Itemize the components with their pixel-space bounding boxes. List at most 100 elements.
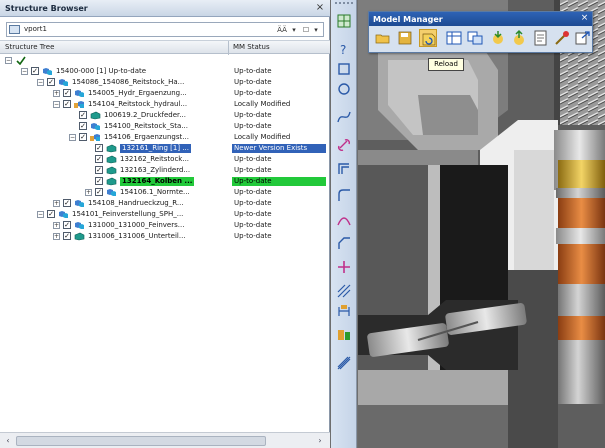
question-icon[interactable]: ?	[335, 40, 353, 58]
collapse-icon[interactable]: −	[37, 79, 44, 86]
visibility-checkbox[interactable]: ✓	[95, 166, 103, 174]
part-icon	[106, 177, 117, 186]
expand-icon[interactable]: +	[53, 222, 60, 229]
part-icon	[106, 144, 117, 153]
grid-icon[interactable]	[335, 12, 353, 30]
scroll-left-icon[interactable]: ‹	[2, 435, 14, 447]
structure-tree: − − ✓ 15400-000 [1] Up-to-date Up-to-date − ✓ 1…	[0, 55, 330, 431]
dimension-icon[interactable]	[335, 302, 353, 320]
structure-browser-titlebar[interactable]: Structure Browser ×	[0, 0, 330, 17]
arc-icon[interactable]	[335, 210, 353, 228]
tree-row[interactable]: − ✓ 15400-000 [1] Up-to-date Up-to-date	[0, 66, 330, 77]
tree-row[interactable]: + ✓ 131000_131000_Feinvers... Up-to-date	[0, 220, 330, 231]
tree-row[interactable]: − ✓ 154101_Feinverstellung_SPH_... Up-to-da…	[0, 209, 330, 220]
tree-row[interactable]: + ✓ 154005_Hydr_Ergaenzung... Up-to-date	[0, 88, 330, 99]
cross-icon[interactable]	[335, 258, 353, 276]
expand-icon[interactable]: +	[53, 200, 60, 207]
model-manager-toolbar: Model Manager ×	[368, 11, 593, 53]
scroll-right-icon[interactable]: ›	[314, 435, 326, 447]
column-header-status[interactable]: MM Status	[233, 43, 270, 51]
pattern-icon[interactable]	[335, 354, 353, 372]
svg-text:?: ?	[340, 43, 346, 57]
cad-viewport[interactable]	[358, 0, 605, 448]
info-icon[interactable]	[532, 29, 550, 47]
tree-row[interactable]: ✓ 132163_Zylinderd... Up-to-date	[0, 165, 330, 176]
visibility-checkbox[interactable]: ✓	[63, 199, 71, 207]
visibility-checkbox[interactable]: ✓	[63, 232, 71, 240]
tree-row[interactable]: ✓ 100619.2_Druckfeder... Up-to-date	[0, 110, 330, 121]
reload-icon[interactable]	[419, 29, 437, 47]
tree-row[interactable]: ✓ 132161_Ring [1] ... Newer Version Exists	[0, 143, 330, 154]
visibility-checkbox[interactable]: ✓	[63, 89, 71, 97]
collapse-icon[interactable]: −	[37, 211, 44, 218]
part-icon	[90, 111, 101, 120]
viewport-selector[interactable]: vport1 ÄÄ ▾ ☐ ▾	[6, 22, 324, 37]
tree-row[interactable]: + ✓ 154106.1_Normte... Up-to-date	[0, 187, 330, 198]
parts-icon[interactable]	[335, 326, 353, 344]
find-icon[interactable]: ÄÄ	[275, 24, 289, 36]
tree-row[interactable]: ✓ 132162_Reitstock... Up-to-date	[0, 154, 330, 165]
hatch-icon[interactable]	[335, 282, 353, 300]
model-manager-titlebar[interactable]: Model Manager ×	[369, 12, 592, 26]
visibility-checkbox[interactable]: ✓	[63, 221, 71, 229]
chevron-down-icon[interactable]: ▾	[312, 24, 320, 36]
tree-row-status: Up-to-date	[234, 188, 272, 196]
tree-row-label: 132162_Reitstock...	[120, 155, 190, 163]
visibility-checkbox[interactable]: ✓	[79, 133, 87, 141]
visibility-checkbox[interactable]: ✓	[79, 122, 87, 130]
part-icon	[74, 232, 85, 241]
toolbar-grip[interactable]	[335, 2, 353, 6]
circle-icon[interactable]	[335, 80, 353, 98]
visibility-checkbox[interactable]: ✓	[95, 188, 103, 196]
export-icon[interactable]	[573, 29, 591, 47]
expand-icon[interactable]: +	[53, 90, 60, 97]
visibility-checkbox[interactable]: ✓	[79, 111, 87, 119]
collapse-icon[interactable]: −	[53, 101, 60, 108]
visibility-checkbox[interactable]: ✓	[47, 210, 55, 218]
horizontal-scrollbar[interactable]: ‹ ›	[0, 432, 330, 448]
table-icon[interactable]	[445, 29, 463, 47]
tree-row-label: 154104_Reitstock_hydraul...	[88, 100, 188, 108]
column-header-tree[interactable]: Structure Tree	[5, 43, 54, 51]
visibility-checkbox[interactable]: ✓	[31, 67, 39, 75]
tree-row[interactable]: − ✓ 154086_154086_Reitstock_Ha... Up-to-dat…	[0, 77, 330, 88]
chamfer-icon[interactable]	[335, 234, 353, 252]
tree-row[interactable]: ✓ 154100_Reitstock_Sta... Up-to-date	[0, 121, 330, 132]
visibility-checkbox[interactable]: ✓	[95, 177, 103, 185]
link-icon[interactable]	[335, 136, 353, 154]
fillet-icon[interactable]	[335, 186, 353, 204]
release-icon[interactable]	[553, 29, 571, 47]
tree-row[interactable]: + ✓ 154108_Handrueckzug_R... Up-to-date	[0, 198, 330, 209]
collapse-icon[interactable]: −	[5, 57, 12, 64]
close-icon[interactable]: ×	[579, 13, 590, 24]
tree-row[interactable]: − ✓ 154106_Ergaenzungst... Locally Modified	[0, 132, 330, 143]
tree-row[interactable]: − ✓ 154104_Reitstock_hydraul... Locally Mod…	[0, 99, 330, 110]
chevron-down-icon[interactable]: ▾	[290, 24, 298, 36]
expand-icon[interactable]: +	[53, 233, 60, 240]
save-icon[interactable]	[396, 29, 414, 47]
close-icon[interactable]: ×	[314, 2, 326, 14]
offset-icon[interactable]	[335, 160, 353, 178]
column-separator[interactable]	[228, 41, 229, 55]
check-in-icon[interactable]	[489, 29, 507, 47]
open-icon[interactable]	[374, 29, 392, 47]
check-out-icon[interactable]	[510, 29, 528, 47]
scroll-thumb[interactable]	[16, 436, 266, 446]
visibility-checkbox[interactable]: ✓	[95, 144, 103, 152]
options-icon[interactable]: ☐	[301, 24, 311, 36]
tree-row[interactable]: + ✓ 131006_131006_Unterteil... Up-to-date	[0, 231, 330, 242]
compare-icon[interactable]	[466, 29, 484, 47]
collapse-icon[interactable]: −	[69, 134, 76, 141]
spline-icon[interactable]	[335, 108, 353, 126]
visibility-checkbox[interactable]: ✓	[63, 100, 71, 108]
expand-icon[interactable]: +	[85, 189, 92, 196]
assembly-icon	[74, 89, 85, 98]
rectangle-icon[interactable]	[335, 60, 353, 78]
tree-row-label: 132163_Zylinderd...	[120, 166, 191, 174]
visibility-checkbox[interactable]: ✓	[95, 155, 103, 163]
tree-row-label: 132164_Kolben ...	[120, 177, 195, 186]
tree-row[interactable]: ✓ 132164_Kolben ... Up-to-date	[0, 176, 330, 187]
visibility-checkbox[interactable]: ✓	[47, 78, 55, 86]
collapse-icon[interactable]: −	[21, 68, 28, 75]
tree-row[interactable]: −	[0, 55, 330, 66]
